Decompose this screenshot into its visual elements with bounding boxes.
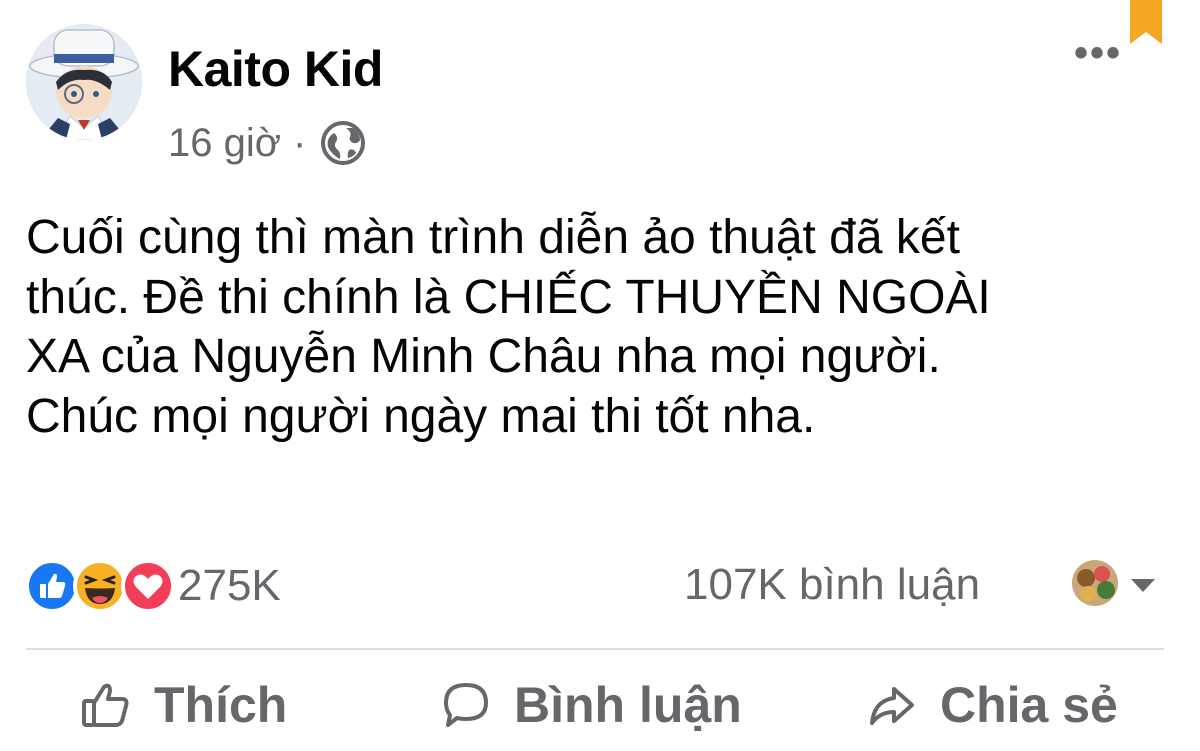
share-arrow-icon [870,687,914,725]
post-time[interactable]: 16 giờ [168,121,281,166]
viewer-avatar[interactable] [1072,560,1118,606]
comment-label: Bình luận [514,677,742,733]
post-text-line: Cuối cùng thì màn trình diễn ảo thuật đã… [26,211,960,264]
share-button[interactable]: Chia sẻ [866,676,1118,734]
viewer-avatar-image [1072,560,1118,606]
globe-icon[interactable] [320,120,366,166]
author-avatar[interactable] [26,24,142,140]
post-text-line: Chúc mọi người ngày mai thi tốt nha. [26,389,816,443]
comment-count[interactable]: 107K bình luận [684,560,980,610]
post-meta: 16 giờ · [168,120,366,166]
bookmark-icon[interactable] [1128,0,1164,46]
reaction-count[interactable]: 275K [178,561,281,611]
action-bar: Thích Bình luận Chia sẻ [0,660,1200,751]
post-text: Cuối cùng thì màn trình diễn ảo thuật đã… [26,208,1176,446]
post-text-line: thúc. Đề thi chính là CHIẾC THUYỀN NGOÀI [26,270,991,324]
divider [26,648,1164,650]
reaction-icons [24,558,176,614]
post-text-line: XA của Nguyễn Minh Châu nha mọi người. [26,330,941,383]
reactions-summary[interactable]: 275K [24,558,281,614]
speech-bubble-icon [444,683,488,727]
meta-separator: · [292,120,307,165]
comment-button[interactable]: Bình luận [440,676,742,734]
facebook-post: Kaito Kid 16 giờ · ••• Cuối cùng thì màn… [0,0,1200,751]
share-label: Chia sẻ [940,677,1118,733]
love-reaction-icon [121,559,175,613]
like-label: Thích [154,677,288,733]
chevron-down-icon[interactable] [1128,576,1158,594]
avatar-image [26,24,142,140]
like-button[interactable]: Thích [80,676,287,734]
author-name[interactable]: Kaito Kid [168,40,383,98]
more-options-button[interactable]: ••• [1074,33,1122,73]
thumbs-up-icon [82,683,129,727]
